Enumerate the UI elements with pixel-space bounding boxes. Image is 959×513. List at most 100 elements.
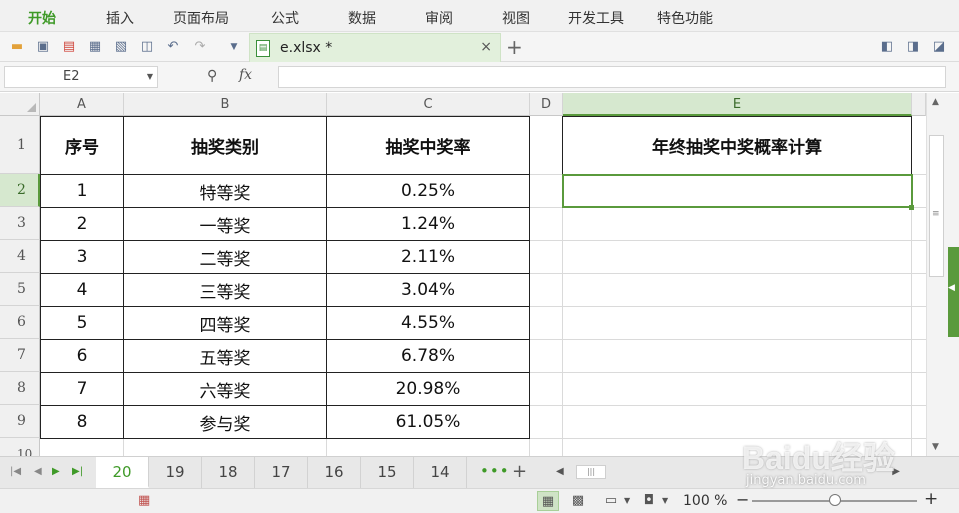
formula-input[interactable]	[278, 66, 946, 88]
cell-c2[interactable]: 0.25%	[327, 175, 529, 207]
format-icon[interactable]: ◨	[905, 39, 921, 55]
more-sheets-button[interactable]: •••	[480, 462, 510, 480]
row-header-3[interactable]: 3	[0, 207, 40, 240]
column-header-c[interactable]: C	[327, 93, 530, 116]
cell-a4[interactable]: 3	[41, 241, 123, 273]
horizontal-scrollbar[interactable]: ◀ ||| ▶	[548, 463, 908, 481]
close-tab-icon[interactable]: ×	[480, 39, 492, 55]
column-header-a[interactable]: A	[40, 93, 124, 116]
collapse-icon[interactable]: ◪	[931, 39, 947, 55]
menu-developer[interactable]: 开发工具	[568, 8, 624, 28]
row-header-7[interactable]: 7	[0, 339, 40, 372]
more-dropdown-icon[interactable]: ▼	[226, 39, 242, 55]
name-box[interactable]: E2 ▼	[4, 66, 158, 88]
cell-c9[interactable]: 61.05%	[327, 406, 529, 438]
cell-b3[interactable]: 一等奖	[124, 208, 326, 240]
menu-formulas[interactable]: 公式	[271, 8, 299, 28]
save-icon[interactable]: ▣	[35, 39, 51, 55]
sheet-tab-17[interactable]: 17	[255, 457, 308, 488]
undo-icon[interactable]: ↶	[165, 39, 181, 55]
sheet-tab-16[interactable]: 16	[308, 457, 361, 488]
chevron-down-icon[interactable]: ▼	[147, 67, 153, 87]
menu-home[interactable]: 开始	[28, 8, 56, 28]
normal-view-icon[interactable]: ▦	[537, 491, 559, 511]
scroll-right-icon[interactable]: ▶	[892, 466, 900, 477]
zoom-out-button[interactable]: −	[736, 490, 749, 509]
cell-b4[interactable]: 二等奖	[124, 241, 326, 273]
fill-handle[interactable]	[909, 205, 914, 210]
chevron-down-icon[interactable]: ▼	[624, 496, 630, 505]
last-sheet-icon[interactable]: ▶|	[72, 466, 83, 477]
zoom-slider-knob[interactable]	[829, 494, 841, 506]
column-header-b[interactable]: B	[124, 93, 327, 116]
cell-c1[interactable]: 抽奖中奖率	[327, 117, 529, 174]
zoom-level[interactable]: 100 %	[683, 493, 727, 509]
cell-a9[interactable]: 8	[41, 406, 123, 438]
add-sheet-button[interactable]: +	[512, 461, 527, 482]
cell-b9[interactable]: 参与奖	[124, 406, 326, 438]
cell-b6[interactable]: 四等奖	[124, 307, 326, 339]
cell-c6[interactable]: 4.55%	[327, 307, 529, 339]
panel-icon[interactable]: ◧	[879, 39, 895, 55]
cell-a6[interactable]: 5	[41, 307, 123, 339]
sheet-tab-20[interactable]: 20	[96, 457, 149, 488]
cell-c5[interactable]: 3.04%	[327, 274, 529, 306]
horizontal-scroll-thumb[interactable]: |||	[576, 465, 606, 479]
sheet-tab-18[interactable]: 18	[202, 457, 255, 488]
row-header-10[interactable]: 10	[0, 438, 40, 456]
selected-cell-e2[interactable]	[562, 174, 913, 208]
new-tab-button[interactable]: +	[506, 35, 523, 59]
cell-a7[interactable]: 6	[41, 340, 123, 372]
menu-special[interactable]: 特色功能	[657, 8, 713, 28]
print-icon[interactable]: ▦	[87, 39, 103, 55]
row-header-1[interactable]: 1	[0, 116, 40, 174]
menu-view[interactable]: 视图	[502, 8, 530, 28]
select-all-corner[interactable]	[0, 93, 40, 116]
cell-b8[interactable]: 六等奖	[124, 373, 326, 405]
zoom-search-icon[interactable]: ⚲	[207, 68, 217, 84]
open-folder-icon[interactable]: ▬	[9, 39, 25, 55]
cell-e1[interactable]: 年终抽奖中奖概率计算	[563, 117, 911, 174]
cell-b5[interactable]: 三等奖	[124, 274, 326, 306]
column-header-d[interactable]: D	[530, 93, 563, 116]
menu-review[interactable]: 审阅	[425, 8, 453, 28]
cell-a5[interactable]: 4	[41, 274, 123, 306]
cell-c8[interactable]: 20.98%	[327, 373, 529, 405]
next-sheet-icon[interactable]: ▶	[52, 466, 60, 477]
vertical-scroll-thumb[interactable]	[929, 135, 944, 277]
chevron-left-icon[interactable]: ◀	[948, 283, 955, 293]
macro-record-icon[interactable]: ▦	[138, 493, 150, 508]
cell-a2[interactable]: 1	[41, 175, 123, 207]
export-pdf-icon[interactable]: ▤	[61, 39, 77, 55]
prev-sheet-icon[interactable]: ◀	[34, 466, 42, 477]
scroll-up-icon[interactable]: ▲	[932, 97, 939, 107]
redo-icon[interactable]: ↷	[192, 39, 208, 55]
cell-b1[interactable]: 抽奖类别	[124, 117, 326, 174]
first-sheet-icon[interactable]: |◀	[10, 466, 21, 477]
row-header-2[interactable]: 2	[0, 174, 40, 207]
function-icon[interactable]: fx	[239, 67, 252, 83]
row-header-6[interactable]: 6	[0, 306, 40, 339]
row-header-5[interactable]: 5	[0, 273, 40, 306]
cell-b2[interactable]: 特等奖	[124, 175, 326, 207]
menu-page-layout[interactable]: 页面布局	[173, 8, 229, 28]
scroll-down-icon[interactable]: ▼	[932, 442, 939, 452]
cell-c4[interactable]: 2.11%	[327, 241, 529, 273]
cell-a3[interactable]: 2	[41, 208, 123, 240]
column-header-e[interactable]: E	[563, 93, 912, 116]
sheet-tab-15[interactable]: 15	[361, 457, 414, 488]
sheet-tab-19[interactable]: 19	[149, 457, 202, 488]
menu-insert[interactable]: 插入	[106, 8, 134, 28]
menu-data[interactable]: 数据	[348, 8, 376, 28]
column-header-f[interactable]	[912, 93, 926, 116]
cell-a1[interactable]: 序号	[41, 117, 123, 174]
row-header-4[interactable]: 4	[0, 240, 40, 273]
sheet-tab-14[interactable]: 14	[414, 457, 467, 488]
print-preview-icon[interactable]: ▧	[113, 39, 129, 55]
page-layout-view-icon[interactable]: ▭	[600, 491, 622, 511]
cell-c7[interactable]: 6.78%	[327, 340, 529, 372]
zoom-in-button[interactable]: +	[924, 489, 938, 509]
row-header-8[interactable]: 8	[0, 372, 40, 405]
row-header-9[interactable]: 9	[0, 405, 40, 438]
cell-a8[interactable]: 7	[41, 373, 123, 405]
